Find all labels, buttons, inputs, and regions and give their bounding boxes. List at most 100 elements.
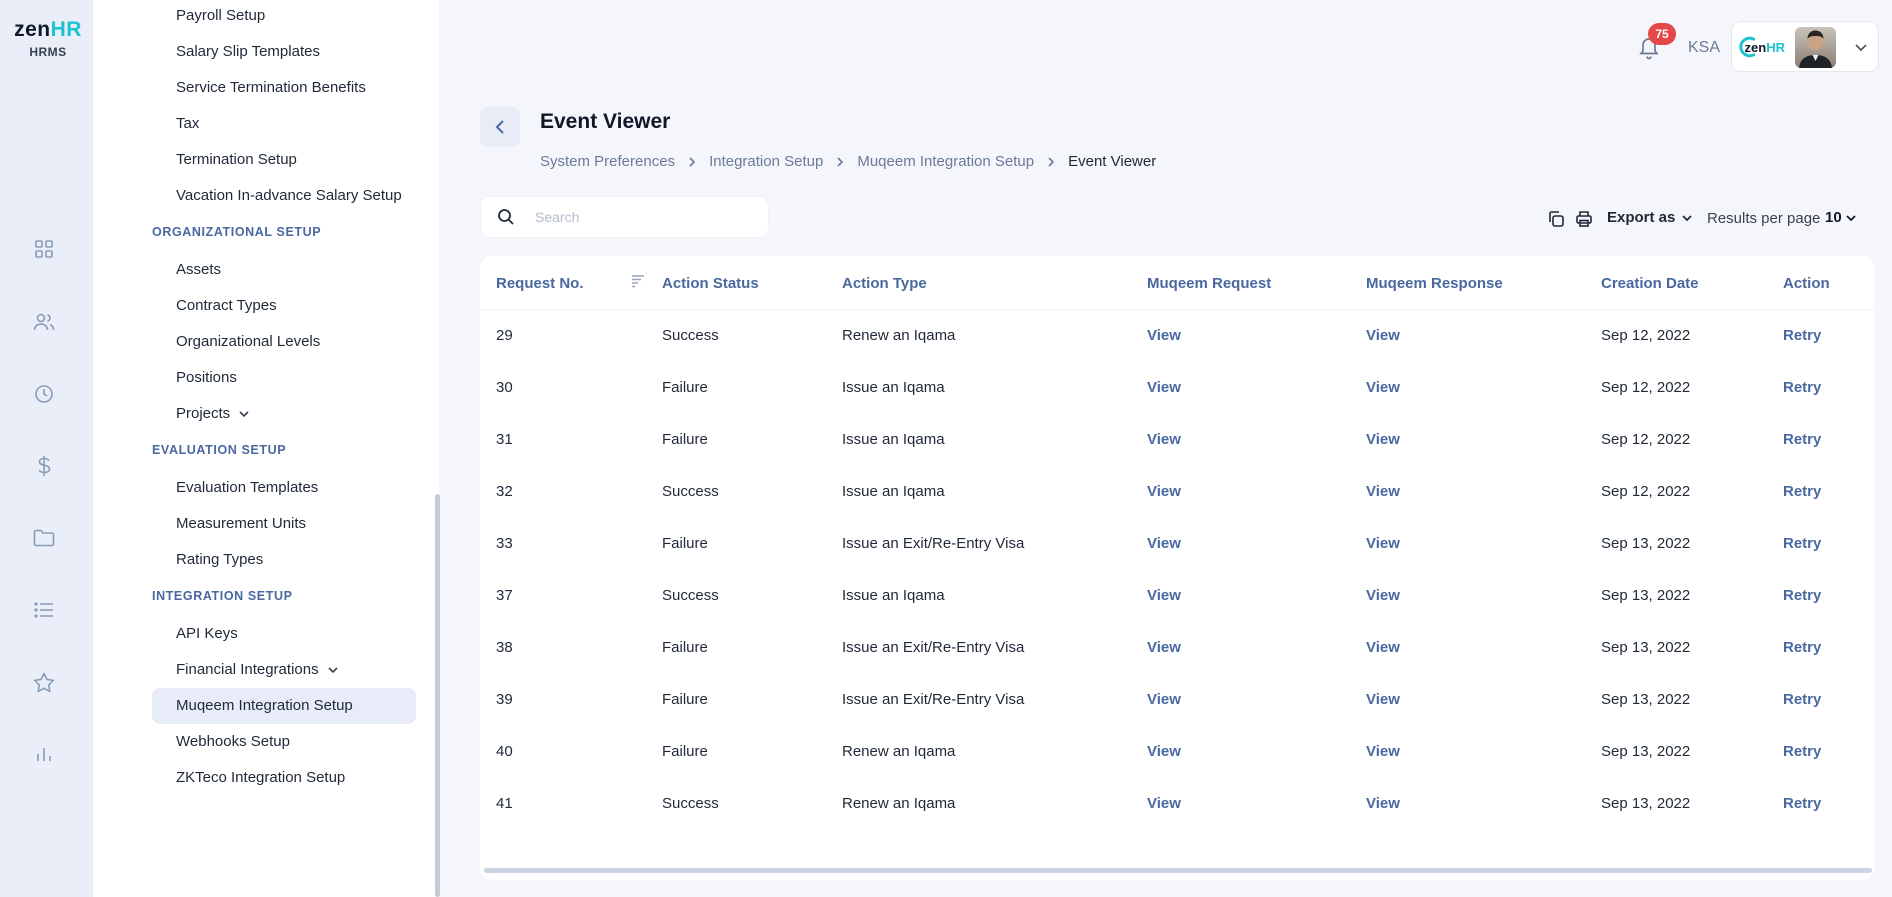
- menu-item-vacation-in-advance[interactable]: Vacation In-advance Salary Setup: [176, 187, 402, 204]
- clock-icon[interactable]: [32, 382, 56, 406]
- view-response-link[interactable]: View: [1366, 587, 1400, 604]
- events-table: Request No. Action Status Action Type Mu…: [480, 256, 1874, 880]
- menu-item-payroll-setup[interactable]: Payroll Setup: [176, 7, 265, 24]
- menu-item-organizational-levels[interactable]: Organizational Levels: [176, 333, 320, 350]
- people-icon[interactable]: [32, 310, 56, 334]
- view-request-link[interactable]: View: [1147, 379, 1181, 396]
- menu-item-muqeem-integration-setup[interactable]: Muqeem Integration Setup: [176, 697, 353, 714]
- retry-link[interactable]: Retry: [1783, 743, 1821, 760]
- column-header-action[interactable]: Action: [1783, 275, 1830, 292]
- retry-link[interactable]: Retry: [1783, 691, 1821, 708]
- column-header-action-type[interactable]: Action Type: [842, 275, 927, 292]
- retry-link[interactable]: Retry: [1783, 639, 1821, 656]
- view-response-link[interactable]: View: [1366, 535, 1400, 552]
- cell-creation-date: Sep 13, 2022: [1601, 639, 1691, 656]
- view-response-link[interactable]: View: [1366, 743, 1400, 760]
- breadcrumb: System Preferences Integration Setup Muq…: [540, 153, 1156, 170]
- retry-link[interactable]: Retry: [1783, 431, 1821, 448]
- retry-link[interactable]: Retry: [1783, 535, 1821, 552]
- view-request-link[interactable]: View: [1147, 587, 1181, 604]
- menu-item-evaluation-templates[interactable]: Evaluation Templates: [176, 479, 318, 496]
- breadcrumb-integration-setup[interactable]: Integration Setup: [709, 153, 823, 170]
- table-row: 39 Failure Issue an Exit/Re-Entry Visa V…: [480, 674, 1874, 726]
- cell-creation-date: Sep 12, 2022: [1601, 379, 1691, 396]
- retry-link[interactable]: Retry: [1783, 587, 1821, 604]
- retry-link[interactable]: Retry: [1783, 483, 1821, 500]
- user-menu[interactable]: zen HR: [1731, 21, 1879, 72]
- retry-link[interactable]: Retry: [1783, 379, 1821, 396]
- view-request-link[interactable]: View: [1147, 691, 1181, 708]
- view-request-link[interactable]: View: [1147, 639, 1181, 656]
- menu-item-rating-types[interactable]: Rating Types: [176, 551, 263, 568]
- menu-item-tax[interactable]: Tax: [176, 115, 199, 132]
- menu-item-service-termination-benefits[interactable]: Service Termination Benefits: [176, 79, 366, 96]
- retry-link[interactable]: Retry: [1783, 327, 1821, 344]
- chart-icon[interactable]: [32, 742, 56, 766]
- folder-icon[interactable]: [32, 526, 56, 550]
- chevron-down-icon: [1855, 44, 1867, 52]
- notification-badge: 75: [1648, 23, 1676, 45]
- view-response-link[interactable]: View: [1366, 639, 1400, 656]
- menu-item-positions[interactable]: Positions: [176, 369, 237, 386]
- cell-action-status: Failure: [662, 691, 708, 708]
- list-icon[interactable]: [32, 598, 56, 622]
- search-box: [480, 196, 769, 238]
- back-button[interactable]: [480, 107, 520, 147]
- dashboard-icon[interactable]: [32, 237, 56, 261]
- view-request-link[interactable]: View: [1147, 795, 1181, 812]
- cell-action-type: Renew an Iqama: [842, 743, 956, 760]
- breadcrumb-muqeem-integration-setup[interactable]: Muqeem Integration Setup: [857, 153, 1034, 170]
- view-response-link[interactable]: View: [1366, 327, 1400, 344]
- cell-action-status: Failure: [662, 379, 708, 396]
- column-header-muqeem-response[interactable]: Muqeem Response: [1366, 275, 1503, 292]
- menu-item-webhooks-setup[interactable]: Webhooks Setup: [176, 733, 290, 750]
- menu-item-termination-setup[interactable]: Termination Setup: [176, 151, 297, 168]
- breadcrumb-system-preferences[interactable]: System Preferences: [540, 153, 675, 170]
- view-request-link[interactable]: View: [1147, 743, 1181, 760]
- column-header-muqeem-request[interactable]: Muqeem Request: [1147, 275, 1271, 292]
- copy-icon[interactable]: [1547, 210, 1565, 228]
- print-icon[interactable]: [1575, 210, 1593, 228]
- view-request-link[interactable]: View: [1147, 327, 1181, 344]
- menu-item-zkteco-integration-setup[interactable]: ZKTeco Integration Setup: [176, 769, 345, 786]
- view-response-link[interactable]: View: [1366, 431, 1400, 448]
- cell-action-type: Renew an Iqama: [842, 327, 956, 344]
- results-per-page-label: Results per page: [1707, 210, 1821, 227]
- dollar-icon[interactable]: [32, 454, 56, 478]
- logo-sub: HRMS: [29, 45, 67, 59]
- cell-request-no: 38: [496, 639, 513, 656]
- menu-item-measurement-units[interactable]: Measurement Units: [176, 515, 306, 532]
- view-response-link[interactable]: View: [1366, 379, 1400, 396]
- menu-item-api-keys[interactable]: API Keys: [176, 625, 238, 642]
- menu-item-assets[interactable]: Assets: [176, 261, 221, 278]
- menu-scrollbar[interactable]: [435, 494, 440, 897]
- view-request-link[interactable]: View: [1147, 483, 1181, 500]
- menu-item-financial-integrations[interactable]: Financial Integrations: [176, 661, 339, 678]
- column-sort-icon[interactable]: [630, 273, 646, 289]
- column-header-creation-date[interactable]: Creation Date: [1601, 275, 1699, 292]
- table-horizontal-scrollbar[interactable]: [484, 868, 1872, 873]
- menu-item-projects[interactable]: Projects: [176, 405, 250, 422]
- column-header-request-no[interactable]: Request No.: [496, 275, 584, 292]
- view-request-link[interactable]: View: [1147, 535, 1181, 552]
- export-dropdown[interactable]: Export as: [1607, 209, 1693, 226]
- menu-item-contract-types[interactable]: Contract Types: [176, 297, 277, 314]
- column-header-action-status[interactable]: Action Status: [662, 275, 759, 292]
- table-row: 33 Failure Issue an Exit/Re-Entry Visa V…: [480, 518, 1874, 570]
- retry-link[interactable]: Retry: [1783, 795, 1821, 812]
- cell-action-type: Renew an Iqama: [842, 795, 956, 812]
- app-logo[interactable]: zenHR HRMS: [8, 18, 88, 59]
- view-request-link[interactable]: View: [1147, 431, 1181, 448]
- view-response-link[interactable]: View: [1366, 795, 1400, 812]
- view-response-link[interactable]: View: [1366, 483, 1400, 500]
- cell-action-type: Issue an Exit/Re-Entry Visa: [842, 535, 1025, 552]
- cell-request-no: 29: [496, 327, 513, 344]
- results-per-page-select[interactable]: 10: [1825, 209, 1857, 226]
- star-icon[interactable]: [32, 670, 56, 694]
- menu-item-salary-slip-templates[interactable]: Salary Slip Templates: [176, 43, 320, 60]
- search-input[interactable]: [535, 209, 755, 225]
- view-response-link[interactable]: View: [1366, 691, 1400, 708]
- region-selector[interactable]: KSA: [1688, 39, 1720, 57]
- breadcrumb-event-viewer: Event Viewer: [1068, 153, 1157, 170]
- cell-request-no: 33: [496, 535, 513, 552]
